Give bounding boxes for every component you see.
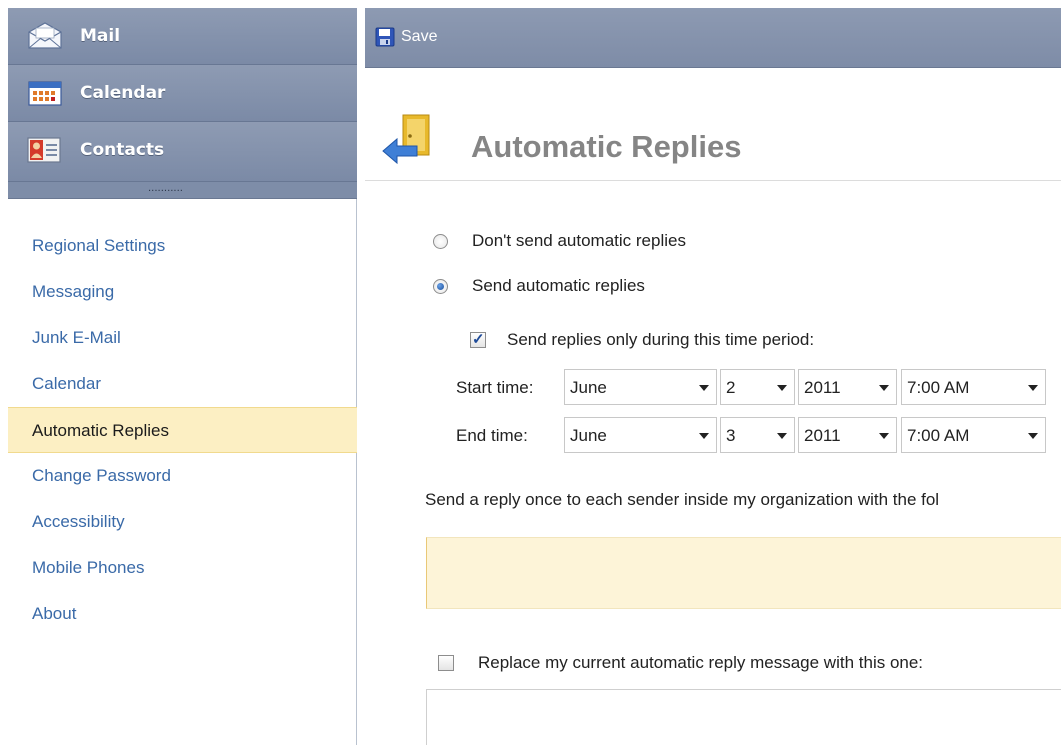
navigation-pane: Mail Calendar Contacts ........... Regio…: [8, 8, 357, 745]
automatic-replies-form: Don't send automatic replies Send automa…: [365, 181, 1061, 745]
internal-reply-message-editor[interactable]: [426, 537, 1061, 609]
dont-send-label: Don't send automatic replies: [472, 231, 686, 250]
contacts-icon: [26, 136, 64, 164]
page-title: Automatic Replies: [471, 129, 742, 164]
start-month-select[interactable]: June: [564, 369, 717, 405]
page-header: Automatic Replies: [365, 67, 1061, 181]
start-time-row: Start time: June 2 2011 7:00 AM: [456, 369, 1046, 407]
calendar-nav-button[interactable]: Calendar: [8, 65, 357, 122]
dont-send-replies-option[interactable]: Don't send automatic replies: [433, 231, 686, 251]
calendar-icon: [26, 79, 64, 107]
option-mobile-phones[interactable]: Mobile Phones: [8, 545, 357, 591]
option-about[interactable]: About: [8, 591, 357, 637]
replace-message-checkbox[interactable]: [438, 655, 454, 671]
save-disk-icon: [375, 27, 395, 47]
time-period-option[interactable]: Send replies only during this time perio…: [470, 330, 814, 350]
start-year-value: 2011: [804, 378, 841, 397]
dropdown-arrow-icon: [1028, 385, 1038, 391]
start-year-select[interactable]: 2011: [798, 369, 897, 405]
end-year-value: 2011: [804, 426, 841, 445]
start-month-value: June: [570, 378, 607, 397]
dropdown-arrow-icon: [1028, 433, 1038, 439]
start-day-select[interactable]: 2: [720, 369, 795, 405]
time-period-label: Send replies only during this time perio…: [507, 330, 815, 349]
dropdown-arrow-icon: [777, 433, 787, 439]
mail-icon: [26, 22, 64, 50]
option-junk-email[interactable]: Junk E-Mail: [8, 315, 357, 361]
end-time-row: End time: June 3 2011 7:00 AM: [456, 417, 1046, 455]
send-replies-radio[interactable]: [433, 278, 448, 294]
start-time-label: Start time:: [456, 378, 534, 397]
dropdown-arrow-icon: [777, 385, 787, 391]
send-replies-option[interactable]: Send automatic replies: [433, 276, 645, 296]
end-time-label: End time:: [456, 426, 528, 445]
dont-send-radio[interactable]: [433, 233, 448, 249]
grip-dots: ...........: [148, 183, 183, 194]
mail-nav-button[interactable]: Mail: [8, 8, 357, 65]
dropdown-arrow-icon: [879, 385, 889, 391]
options-list: Regional Settings Messaging Junk E-Mail …: [8, 223, 357, 637]
save-label: Save: [401, 28, 438, 45]
end-month-select[interactable]: June: [564, 417, 717, 453]
toolbar: Save: [365, 8, 1061, 68]
option-change-password[interactable]: Change Password: [8, 453, 357, 499]
option-calendar[interactable]: Calendar: [8, 361, 357, 407]
replacement-message-editor[interactable]: [426, 689, 1061, 745]
save-button[interactable]: Save: [375, 25, 437, 49]
option-automatic-replies[interactable]: Automatic Replies: [8, 407, 357, 453]
option-messaging[interactable]: Messaging: [8, 269, 357, 315]
dropdown-arrow-icon: [699, 433, 709, 439]
end-month-value: June: [570, 426, 607, 445]
calendar-nav-label: Calendar: [80, 83, 166, 103]
end-day-value: 3: [726, 426, 736, 445]
dropdown-arrow-icon: [699, 385, 709, 391]
replace-message-option[interactable]: Replace my current automatic reply messa…: [438, 653, 923, 673]
replace-message-label: Replace my current automatic reply messa…: [478, 653, 924, 672]
end-hour-value: 7:00 AM: [907, 426, 970, 445]
dropdown-arrow-icon: [879, 433, 889, 439]
pane-resize-grip[interactable]: ...........: [8, 182, 357, 199]
start-hour-value: 7:00 AM: [907, 378, 970, 397]
mail-nav-label: Mail: [80, 26, 121, 46]
option-accessibility[interactable]: Accessibility: [8, 499, 357, 545]
automatic-replies-icon: [381, 111, 441, 171]
end-year-select[interactable]: 2011: [798, 417, 897, 453]
start-day-value: 2: [726, 378, 736, 397]
contacts-nav-button[interactable]: Contacts: [8, 122, 357, 182]
start-hour-select[interactable]: 7:00 AM: [901, 369, 1046, 405]
option-regional-settings[interactable]: Regional Settings: [8, 223, 357, 269]
send-replies-label: Send automatic replies: [472, 276, 645, 295]
internal-reply-instructions: Send a reply once to each sender inside …: [425, 490, 940, 509]
time-period-checkbox[interactable]: [470, 330, 486, 348]
contacts-nav-label: Contacts: [80, 140, 165, 160]
end-day-select[interactable]: 3: [720, 417, 795, 453]
end-hour-select[interactable]: 7:00 AM: [901, 417, 1046, 453]
